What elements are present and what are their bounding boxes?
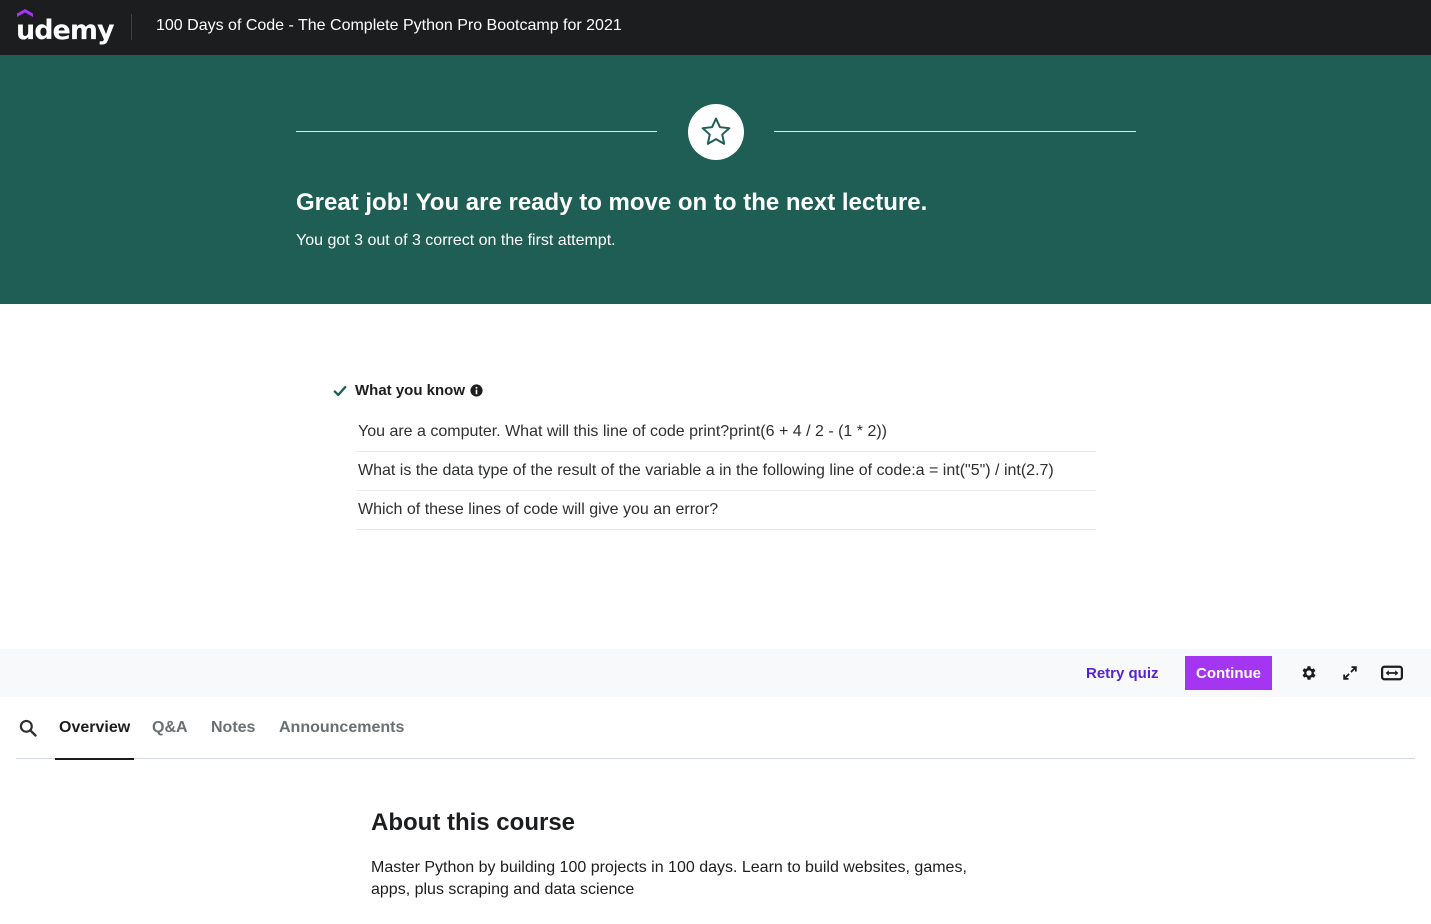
what-you-know-header: What you know: [333, 382, 483, 399]
star-icon: [701, 117, 731, 145]
about-course-description: Master Python by building 100 projects i…: [371, 859, 967, 898]
question-item: You are a computer. What will this line …: [356, 413, 1096, 452]
expand-icon[interactable]: [1338, 661, 1362, 685]
logo-text: udemy: [16, 14, 115, 46]
course-title-link[interactable]: 100 Days of Code - The Complete Python P…: [156, 17, 622, 35]
gear-icon[interactable]: [1297, 661, 1321, 685]
quiz-control-bar: Retry quiz Continue: [0, 649, 1431, 697]
banner-divider-right: [774, 131, 1136, 132]
what-you-know-title: What you know: [355, 382, 465, 399]
udemy-logo[interactable]: udemy: [16, 6, 115, 46]
question-item: What is the data type of the result of t…: [356, 452, 1096, 491]
top-bar: udemy 100 Days of Code - The Complete Py…: [0, 0, 1431, 55]
header-divider: [131, 14, 132, 40]
search-icon[interactable]: [18, 718, 38, 738]
quiz-result-banner: Great job! You are ready to move on to t…: [0, 55, 1431, 304]
tab-notes[interactable]: Notes: [211, 697, 255, 759]
star-badge: [688, 104, 744, 160]
continue-button[interactable]: Continue: [1185, 656, 1272, 690]
banner-divider-left: [296, 131, 657, 132]
theater-mode-icon[interactable]: [1380, 661, 1404, 685]
result-heading: Great job! You are ready to move on to t…: [296, 189, 928, 216]
tab-overview[interactable]: Overview: [54, 697, 135, 760]
logo-hat-icon: [17, 9, 33, 17]
retry-quiz-button[interactable]: Retry quiz: [1077, 656, 1168, 690]
info-icon[interactable]: [470, 384, 483, 397]
question-item: Which of these lines of code will give y…: [356, 491, 1096, 530]
tab-announcements[interactable]: Announcements: [279, 697, 404, 759]
check-icon: [333, 385, 347, 396]
tab-qa[interactable]: Q&A: [152, 697, 188, 759]
about-course-title: About this course: [371, 809, 576, 836]
what-you-know-list: You are a computer. What will this line …: [356, 413, 1096, 530]
course-tabs: Overview Q&A Notes Announcements: [16, 697, 1415, 760]
result-score-text: You got 3 out of 3 correct on the first …: [296, 232, 616, 249]
